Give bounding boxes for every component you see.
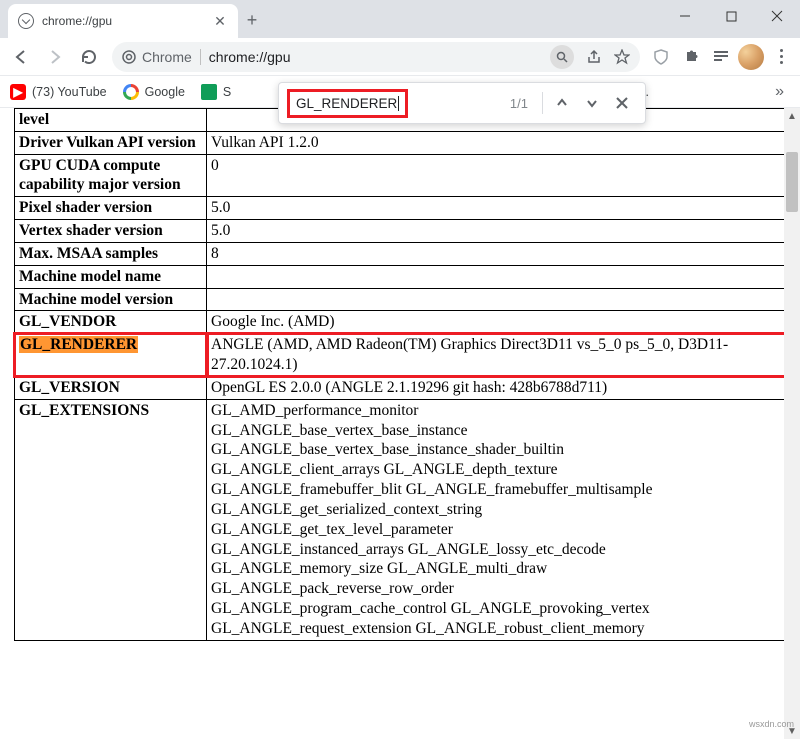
bookmark-overflow-button[interactable]: »: [769, 83, 790, 101]
tab-title: chrome://gpu: [42, 14, 204, 28]
gpu-info-table: levelDriver Vulkan API versionVulkan API…: [14, 108, 786, 641]
vertical-scrollbar[interactable]: ▲ ▼: [784, 108, 800, 739]
youtube-icon: ▶: [10, 84, 26, 100]
row-value: GL_AMD_performance_monitorGL_ANGLE_base_…: [207, 399, 786, 640]
row-key: GL_RENDERER: [15, 334, 207, 377]
reading-list-icon: [712, 48, 730, 66]
reading-list-button[interactable]: [708, 44, 734, 70]
row-key: Machine model name: [15, 265, 207, 288]
chevron-down-icon: [586, 97, 598, 109]
bookmark-label: S: [223, 85, 231, 99]
extension-shield-button[interactable]: [648, 44, 674, 70]
url-box[interactable]: Chrome chrome://gpu: [112, 42, 640, 72]
table-row: Machine model version: [15, 288, 786, 311]
table-row: GL_EXTENSIONSGL_AMD_performance_monitorG…: [15, 399, 786, 640]
table-row: GL_VERSIONOpenGL ES 2.0.0 (ANGLE 2.1.192…: [15, 376, 786, 399]
google-icon: [123, 84, 139, 100]
row-value: Google Inc. (AMD): [207, 311, 786, 334]
star-icon: [614, 49, 630, 65]
bookmark-sheets[interactable]: S: [201, 84, 231, 100]
bookmark-google[interactable]: Google: [123, 84, 185, 100]
row-key: Vertex shader version: [15, 220, 207, 243]
scroll-up-arrow[interactable]: ▲: [784, 108, 800, 124]
browser-tab[interactable]: chrome://gpu ✕: [8, 4, 238, 38]
table-row: Machine model name: [15, 265, 786, 288]
table-row: GL_VENDORGoogle Inc. (AMD): [15, 311, 786, 334]
chrome-icon: [122, 50, 136, 64]
row-value: 8: [207, 242, 786, 265]
close-icon: [616, 97, 628, 109]
find-next-button[interactable]: [577, 88, 607, 118]
address-bar: Chrome chrome://gpu: [0, 38, 800, 76]
row-value: [207, 288, 786, 311]
row-key: level: [15, 109, 207, 132]
sheets-icon: [201, 84, 217, 100]
find-in-page-bar: GL_RENDERER 1/1: [278, 82, 646, 124]
chevron-up-icon: [556, 97, 568, 109]
find-input[interactable]: GL_RENDERER: [296, 96, 399, 111]
extensions-button[interactable]: [678, 44, 704, 70]
row-key: Driver Vulkan API version: [15, 131, 207, 154]
bookmark-label: Google: [145, 85, 185, 99]
row-value: 0: [207, 154, 786, 197]
window-controls: [662, 0, 800, 32]
window-minimize-button[interactable]: [662, 0, 708, 32]
table-row: Vertex shader version5.0: [15, 220, 786, 243]
share-button[interactable]: [586, 49, 602, 65]
row-key: GL_VENDOR: [15, 311, 207, 334]
bookmark-youtube[interactable]: ▶ (73) YouTube: [10, 84, 107, 100]
row-value: 5.0: [207, 220, 786, 243]
page-content: levelDriver Vulkan API versionVulkan API…: [0, 108, 800, 739]
row-value: ANGLE (AMD, AMD Radeon(TM) Graphics Dire…: [207, 334, 786, 377]
url-text: chrome://gpu: [209, 49, 291, 65]
table-row: GL_RENDERERANGLE (AMD, AMD Radeon(TM) Gr…: [15, 334, 786, 377]
search-engine-button[interactable]: [550, 45, 574, 69]
row-value: OpenGL ES 2.0.0 (ANGLE 2.1.19296 git has…: [207, 376, 786, 399]
find-close-button[interactable]: [607, 88, 637, 118]
row-key: Pixel shader version: [15, 197, 207, 220]
row-key: Max. MSAA samples: [15, 242, 207, 265]
table-row: Driver Vulkan API versionVulkan API 1.2.…: [15, 131, 786, 154]
row-value: Vulkan API 1.2.0: [207, 131, 786, 154]
row-value: 5.0: [207, 197, 786, 220]
profile-avatar-button[interactable]: [738, 44, 764, 70]
shield-icon: [652, 48, 670, 66]
chrome-menu-button[interactable]: [768, 44, 794, 70]
bookmark-star-button[interactable]: [614, 49, 630, 65]
tab-favicon: [18, 13, 34, 29]
search-icon: [556, 51, 568, 63]
back-button[interactable]: [6, 42, 36, 72]
new-tab-button[interactable]: +: [238, 6, 266, 34]
table-row: Max. MSAA samples8: [15, 242, 786, 265]
window-titlebar: chrome://gpu ✕ +: [0, 0, 800, 38]
find-match-count: 1/1: [500, 96, 538, 111]
row-key: GPU CUDA compute capability major versio…: [15, 154, 207, 197]
table-row: GPU CUDA compute capability major versio…: [15, 154, 786, 197]
reload-button[interactable]: [74, 42, 104, 72]
separator: [542, 92, 543, 114]
url-scheme: Chrome: [122, 49, 201, 65]
forward-button[interactable]: [40, 42, 70, 72]
row-key: GL_EXTENSIONS: [15, 399, 207, 640]
share-icon: [586, 49, 602, 65]
find-prev-button[interactable]: [547, 88, 577, 118]
window-maximize-button[interactable]: [708, 0, 754, 32]
row-value: [207, 265, 786, 288]
find-input-wrapper[interactable]: GL_RENDERER: [287, 89, 408, 118]
row-key: Machine model version: [15, 288, 207, 311]
watermark: wsxdn.com: [749, 719, 794, 729]
bookmark-label: (73) YouTube: [32, 85, 107, 99]
scrollbar-thumb[interactable]: [786, 152, 798, 212]
tab-close-button[interactable]: ✕: [212, 13, 228, 29]
window-close-button[interactable]: [754, 0, 800, 32]
row-key: GL_VERSION: [15, 376, 207, 399]
table-row: Pixel shader version5.0: [15, 197, 786, 220]
puzzle-icon: [682, 48, 700, 66]
